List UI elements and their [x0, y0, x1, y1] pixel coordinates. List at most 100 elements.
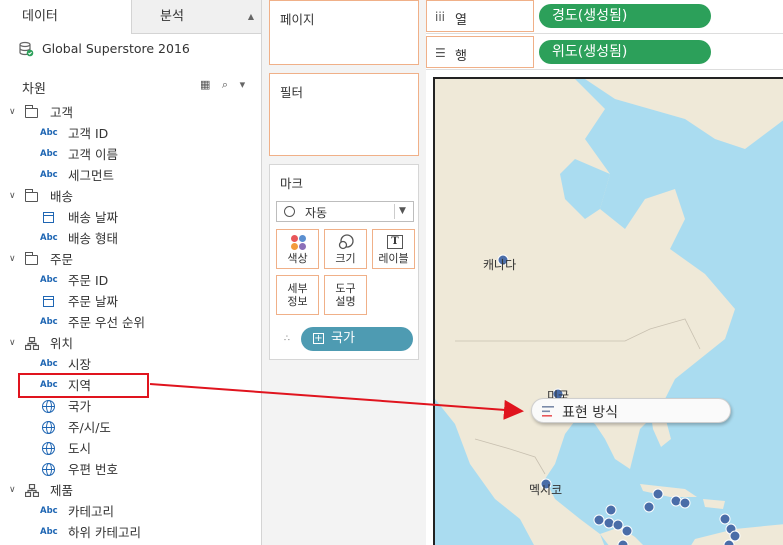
data-source-name: Global Superstore 2016: [42, 41, 190, 56]
folder-icon: [25, 252, 38, 265]
field-country[interactable]: 국가: [0, 396, 261, 417]
greenland-land: [585, 79, 783, 149]
data-pane: 데이터 분석 ▲ Global Superstore 2016 차원 ▦ ⌕ ▾…: [0, 0, 262, 545]
globe-icon: [42, 442, 55, 455]
field-order-id[interactable]: Abc 주문 ID: [0, 270, 261, 291]
tab-scroll-arrows-icon[interactable]: ▲: [248, 0, 254, 34]
view-toggle-icon[interactable]: ▦: [200, 78, 210, 91]
rows-icon: ☰: [435, 46, 446, 60]
pages-card[interactable]: 페이지: [269, 0, 419, 65]
chevron-down-icon[interactable]: ∨: [9, 186, 16, 207]
field-category[interactable]: Abc 카테고리: [0, 501, 261, 522]
columns-shelf-label: 열: [455, 13, 467, 28]
chevron-down-icon[interactable]: ∨: [9, 480, 16, 501]
central-america-dot: [593, 514, 605, 526]
size-circles-icon: [338, 234, 354, 250]
columns-icon: iii: [435, 10, 446, 24]
field-market[interactable]: Abc 시장: [0, 354, 261, 375]
string-type-icon: Abc: [40, 128, 58, 138]
field-label: 하위 카테고리: [68, 525, 141, 540]
expand-plus-icon[interactable]: +: [313, 333, 324, 344]
string-type-icon: Abc: [40, 359, 58, 369]
field-label: 시장: [68, 357, 92, 372]
filters-card-title: 필터: [280, 85, 304, 100]
field-sub-category[interactable]: Abc 하위 카테고리: [0, 522, 261, 543]
database-icon: [19, 41, 34, 57]
marks-card-title: 마크: [280, 176, 304, 191]
field-label: 우편 번호: [68, 462, 118, 477]
rows-shelf[interactable]: ☰ 행 위도(생성됨): [426, 36, 783, 70]
folder-label: 배송: [50, 189, 74, 204]
shelves: iii 열 경도(생성됨) ☰ 행 위도(생성됨): [426, 0, 783, 72]
map-canvas[interactable]: 캐나다 미국 멕시코: [433, 77, 783, 545]
field-label: 세그먼트: [68, 168, 115, 183]
field-label: 카테고리: [68, 504, 115, 519]
map-view[interactable]: 캐나다 미국 멕시코: [426, 72, 783, 545]
search-icon[interactable]: ⌕: [222, 78, 228, 92]
north-america-land: [435, 79, 735, 545]
rows-shelf-label: 행: [455, 49, 467, 64]
central-america-dot: [621, 525, 633, 537]
pages-card-title: 페이지: [280, 12, 315, 27]
detail-button[interactable]: 세부 정보: [276, 275, 319, 315]
field-postal-code[interactable]: 우편 번호: [0, 459, 261, 480]
dimensions-toolbar: ▦ ⌕ ▾: [200, 78, 253, 92]
latitude-pill[interactable]: 위도(생성됨): [539, 40, 711, 64]
drag-ghost-pill: 표현 방식: [531, 398, 731, 423]
drag-ghost-label: 표현 방식: [562, 405, 618, 421]
field-order-priority[interactable]: Abc 주문 우선 순위: [0, 312, 261, 333]
folder-order[interactable]: ∨ 주문: [0, 249, 261, 270]
color-button[interactable]: 색상: [276, 229, 319, 269]
text-label-icon: T: [387, 235, 403, 249]
hierarchy-icon: [25, 337, 39, 350]
field-ship-mode[interactable]: Abc 배송 형태: [0, 228, 261, 249]
columns-shelf[interactable]: iii 열 경도(생성됨): [426, 0, 783, 34]
mark-type-dropdown[interactable]: 자동 ▼: [276, 201, 414, 222]
caribbean-dot: [729, 530, 741, 542]
show-me-icon: [542, 406, 554, 417]
folder-label: 고객: [50, 105, 74, 120]
field-city[interactable]: 도시: [0, 438, 261, 459]
field-ship-date[interactable]: 배송 날짜: [0, 207, 261, 228]
country-pill-label: 국가: [331, 331, 355, 346]
hierarchy-location[interactable]: ∨ 위치: [0, 333, 261, 354]
dimensions-header: 차원: [22, 82, 46, 97]
map-background: [435, 79, 783, 545]
hierarchy-label: 제품: [50, 483, 74, 498]
folder-customer[interactable]: ∨ 고객: [0, 102, 261, 123]
chevron-down-icon[interactable]: ▼: [394, 204, 410, 219]
field-order-date[interactable]: 주문 날짜: [0, 291, 261, 312]
tab-data[interactable]: 데이터: [0, 0, 131, 34]
mark-type-label: 자동: [305, 206, 328, 220]
folder-icon: [25, 105, 38, 118]
string-type-icon: Abc: [40, 506, 58, 516]
country-detail-pill[interactable]: + 국가: [301, 327, 413, 351]
field-customer-id[interactable]: Abc 고객 ID: [0, 123, 261, 144]
tooltip-button[interactable]: 도구 설명: [324, 275, 367, 315]
calendar-icon: [43, 296, 54, 307]
chevron-down-icon[interactable]: ∨: [9, 102, 16, 123]
string-type-icon: Abc: [40, 170, 58, 180]
central-america-dot: [603, 517, 615, 529]
hierarchy-product[interactable]: ∨ 제품: [0, 480, 261, 501]
label-button[interactable]: T 레이블: [372, 229, 415, 269]
string-type-icon: Abc: [40, 317, 58, 327]
folder-shipping[interactable]: ∨ 배송: [0, 186, 261, 207]
hierarchy-label: 위치: [50, 336, 74, 351]
tab-analysis[interactable]: 분석 ▲: [131, 0, 261, 34]
chevron-down-icon[interactable]: ∨: [9, 333, 16, 354]
detail-button-label: 세부 정보: [287, 282, 308, 308]
hispaniola-land: [703, 499, 725, 509]
field-customer-name[interactable]: Abc 고객 이름: [0, 144, 261, 165]
field-state[interactable]: 주/시/도: [0, 417, 261, 438]
field-label: 주/시/도: [68, 420, 111, 435]
map-label-canada: 캐나다: [483, 258, 517, 272]
field-segment[interactable]: Abc 세그먼트: [0, 165, 261, 186]
longitude-pill[interactable]: 경도(생성됨): [539, 4, 711, 28]
filters-card[interactable]: 필터: [269, 73, 419, 156]
size-button[interactable]: 크기: [324, 229, 367, 269]
menu-dropdown-icon[interactable]: ▾: [240, 78, 246, 91]
string-type-icon: Abc: [40, 527, 58, 537]
caribbean-dot: [719, 513, 731, 525]
chevron-down-icon[interactable]: ∨: [9, 249, 16, 270]
